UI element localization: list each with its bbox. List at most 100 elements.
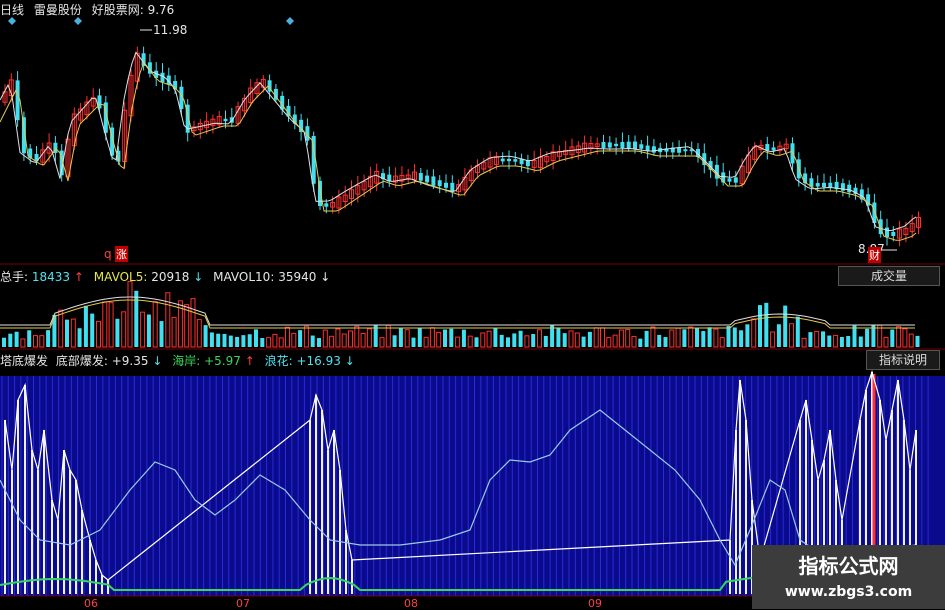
volume-bar-up bbox=[39, 335, 45, 348]
candle-down bbox=[444, 182, 448, 188]
volume-bar-down bbox=[587, 331, 592, 347]
volume-indicator-button[interactable]: 成交量 bbox=[838, 266, 940, 286]
volume-bar-down bbox=[846, 336, 851, 347]
volume-bar-down bbox=[260, 338, 265, 347]
volume-bar-up bbox=[190, 298, 196, 348]
indicator-help-button[interactable]: 指标说明 bbox=[866, 350, 940, 370]
volume-bar-down bbox=[644, 330, 649, 347]
volume-bar-up bbox=[272, 333, 278, 348]
volume-bar-down bbox=[46, 330, 51, 347]
volume-bar-up bbox=[833, 334, 839, 348]
volume-bar-up bbox=[341, 333, 347, 348]
volume-bar-down bbox=[695, 327, 699, 347]
volume-bar-up bbox=[291, 332, 297, 348]
volume-bar-down bbox=[890, 329, 895, 347]
finance-badge: 财 bbox=[868, 247, 881, 263]
volume-bar-up bbox=[600, 327, 605, 348]
volume-bar-down bbox=[682, 329, 687, 347]
volume-bar-down bbox=[65, 319, 69, 347]
candle-down bbox=[651, 146, 656, 153]
candle-down bbox=[425, 175, 430, 183]
candle-down bbox=[771, 147, 776, 151]
volume-bar-up bbox=[524, 335, 530, 348]
volume-bar-down bbox=[90, 313, 95, 347]
volume-bar-up bbox=[171, 316, 177, 348]
x-axis-label-09: 09 bbox=[588, 597, 602, 610]
volume-bar-up bbox=[404, 329, 410, 348]
volume-bar-up bbox=[366, 328, 372, 348]
source-value: 9.76 bbox=[147, 3, 175, 17]
volume-bar-down bbox=[228, 335, 233, 347]
volume-bar-up bbox=[467, 335, 473, 348]
indicator-label-1: 底部爆发: bbox=[55, 354, 108, 368]
candle-down bbox=[822, 182, 826, 188]
volume-bar-down bbox=[726, 326, 731, 347]
volume-bar-down bbox=[392, 335, 397, 347]
volume-bar-down bbox=[493, 328, 498, 347]
volume-bar-up bbox=[908, 333, 914, 348]
candle-down bbox=[885, 227, 889, 237]
volume-bar-up bbox=[486, 330, 492, 348]
volume-bar-down bbox=[543, 335, 548, 347]
volume-bar-down bbox=[638, 338, 643, 347]
volume-bar-down bbox=[657, 334, 662, 347]
volume-bar-down bbox=[783, 305, 788, 347]
volume-bar-down bbox=[556, 327, 561, 347]
volume-bar-down bbox=[808, 332, 813, 347]
volume-bar-down bbox=[216, 333, 221, 347]
volume-bar-up bbox=[625, 329, 631, 348]
volume-bar-up bbox=[618, 329, 624, 348]
candle-down bbox=[507, 158, 511, 162]
candle-down bbox=[639, 144, 644, 149]
total-volume-label: 总手: bbox=[0, 270, 29, 284]
volume-bar-down bbox=[398, 327, 403, 347]
candle-down bbox=[733, 177, 738, 183]
candle-down bbox=[450, 182, 455, 192]
volume-bar-up bbox=[631, 335, 637, 348]
volume-bar-up bbox=[266, 337, 272, 348]
watermark: 指标公式网 www.zbgs3.com bbox=[752, 545, 945, 609]
volume-bar-up bbox=[688, 326, 694, 348]
volume-bar-down bbox=[159, 321, 164, 347]
volume-bar-down bbox=[203, 325, 208, 347]
indicator-value-2: +5.97 bbox=[204, 354, 241, 368]
volume-bar-up bbox=[196, 319, 202, 348]
volume-bar-down bbox=[858, 336, 863, 347]
volume-bar-down bbox=[562, 333, 567, 347]
volume-bar-up bbox=[360, 332, 366, 348]
volume-bar-down bbox=[373, 325, 378, 347]
watermark-title: 指标公式网 bbox=[798, 554, 899, 578]
top-marker-icon bbox=[74, 17, 82, 25]
volume-bar-up bbox=[322, 329, 328, 348]
volume-bar-up bbox=[537, 329, 542, 348]
volume-bar-up bbox=[801, 337, 807, 348]
volume-bar-up bbox=[574, 332, 580, 348]
volume-bar-down bbox=[317, 338, 321, 347]
indicator-name: 塔底爆发 bbox=[0, 354, 49, 368]
candle-down bbox=[418, 173, 423, 181]
volume-bar-up bbox=[896, 326, 902, 348]
top-marker-icon bbox=[8, 17, 16, 25]
volume-bar-down bbox=[707, 327, 712, 347]
candle-down bbox=[500, 158, 505, 162]
candle-down bbox=[607, 142, 612, 148]
volume-bar-up bbox=[278, 337, 284, 348]
period-label: 日线 bbox=[0, 3, 25, 17]
volume-bar-down bbox=[83, 305, 88, 347]
volume-bar-up bbox=[140, 311, 146, 348]
volume-bar-down bbox=[417, 327, 422, 347]
volume-bar-down bbox=[14, 331, 19, 347]
volume-bar-down bbox=[915, 335, 920, 347]
x-axis-label-07: 07 bbox=[236, 597, 250, 610]
volume-bar-down bbox=[764, 302, 769, 347]
total-volume-arrow: ↑ bbox=[73, 270, 84, 284]
candle-down bbox=[815, 183, 820, 187]
mavol5-label: MAVOL5: bbox=[93, 270, 148, 284]
volume-bar-up bbox=[436, 331, 442, 348]
watermark-url: www.zbgs3.com bbox=[784, 584, 913, 600]
volume-bar-up bbox=[354, 325, 360, 348]
candle-down bbox=[626, 141, 631, 149]
mavol10-value: 35940 bbox=[278, 270, 317, 284]
volume-bar-down bbox=[310, 335, 315, 347]
volume-bar-up bbox=[814, 330, 820, 348]
